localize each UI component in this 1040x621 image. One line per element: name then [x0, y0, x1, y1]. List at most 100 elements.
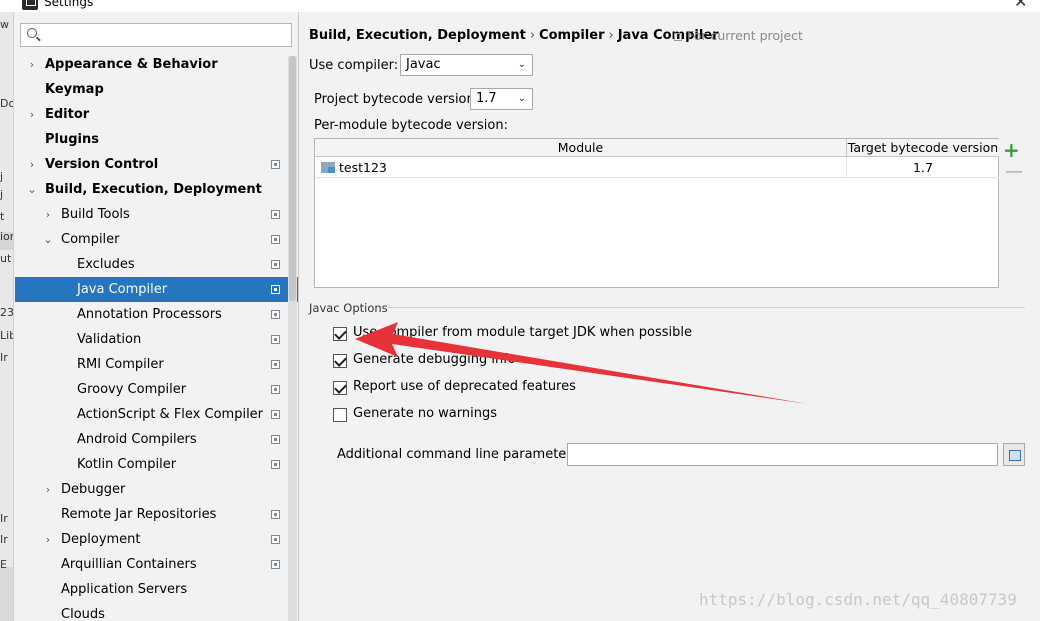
chevron-right-icon[interactable]: › [42, 527, 54, 552]
sidebar-item-label: ActionScript & Flex Compiler [77, 407, 264, 422]
sidebar-item[interactable]: Clouds [15, 602, 298, 621]
sidebar-item-label: Editor [45, 107, 90, 122]
sidebar-item-label: Keymap [45, 82, 104, 97]
sidebar-item-label: Plugins [45, 132, 99, 147]
compiler-select-value: Javac [406, 57, 441, 72]
sidebar-item[interactable]: › Debugger [15, 477, 298, 502]
sidebar-item[interactable]: Android Compilers [15, 427, 298, 452]
sidebar-scroll-thumb[interactable] [289, 56, 296, 301]
close-icon[interactable]: ✕ [1014, 0, 1027, 11]
scope-note-text: For current project [687, 28, 803, 43]
chevron-down-icon[interactable]: ⌄ [42, 227, 54, 252]
project-scope-icon [674, 32, 682, 41]
watermark: https://blog.csdn.net/qq_40807739 [699, 590, 1017, 609]
sidebar-item[interactable]: › Deployment [15, 527, 298, 552]
sidebar-item[interactable]: Groovy Compiler [15, 377, 298, 402]
sidebar-item[interactable]: Application Servers [15, 577, 298, 602]
table-cell-module[interactable]: test123 [315, 157, 847, 178]
background-text: Dom [0, 97, 13, 110]
sidebar-item-label: Application Servers [61, 582, 188, 597]
sidebar-item[interactable]: RMI Compiler [15, 352, 298, 377]
settings-window: Settings ✕ wDomjjtionut23LibIrIrIrE ›App… [0, 0, 1040, 621]
project-scope-icon [271, 285, 280, 294]
group-divider [388, 307, 1025, 308]
project-scope-icon [271, 460, 280, 469]
sidebar-item[interactable]: ActionScript & Flex Compiler [15, 402, 298, 427]
compiler-select[interactable]: Javac ⌄ [400, 54, 533, 76]
chevron-right-icon[interactable]: › [42, 202, 54, 227]
project-scope-icon [271, 210, 280, 219]
sidebar-item-label: Debugger [61, 482, 126, 497]
title-bar: Settings ✕ [0, 0, 1040, 12]
sidebar-item[interactable]: › Version Control [15, 152, 298, 177]
sidebar-item-label: Arquillian Containers [61, 557, 197, 572]
add-module-button[interactable]: + [1003, 140, 1020, 160]
sidebar-item[interactable]: Kotlin Compiler [15, 452, 298, 477]
sidebar-item[interactable]: › Appearance & Behavior [15, 52, 298, 77]
sidebar-item-label: RMI Compiler [77, 357, 164, 372]
intellij-app-icon [22, 0, 38, 10]
params-label: Additional command line parameters: [337, 447, 583, 462]
background-text: Ir [0, 533, 8, 546]
sidebar-item[interactable]: › Build Tools [15, 202, 298, 227]
sidebar-item[interactable]: › Editor [15, 102, 298, 127]
project-scope-icon [271, 335, 280, 344]
column-header-target-version[interactable]: Target bytecode version [847, 139, 999, 157]
background-text: j [0, 188, 4, 201]
command-line-params-input[interactable] [567, 443, 998, 466]
sidebar-item[interactable]: Validation [15, 327, 298, 352]
sidebar-item-label: Clouds [61, 607, 105, 621]
remove-module-button[interactable]: — [1005, 162, 1023, 182]
sidebar-item-label: Version Control [45, 157, 159, 172]
sidebar-item-label: Groovy Compiler [77, 382, 187, 397]
breadcrumb-separator: › [529, 28, 536, 43]
option-checkbox[interactable] [333, 354, 347, 368]
sidebar-item[interactable]: Excludes [15, 252, 298, 277]
search-icon [27, 28, 37, 38]
breadcrumb-part: Compiler [539, 28, 605, 43]
chevron-right-icon[interactable]: › [26, 102, 38, 127]
sidebar-item-label: Validation [77, 332, 142, 347]
project-scope-icon [271, 510, 280, 519]
option-checkbox[interactable] [333, 381, 347, 395]
per-module-table: Module Target bytecode version test123 1… [314, 138, 999, 288]
table-cell-version[interactable]: 1.7 [847, 157, 999, 178]
sidebar-item-label: Excludes [77, 257, 135, 272]
project-scope-icon [271, 260, 280, 269]
chevron-down-icon[interactable]: ⌄ [26, 177, 38, 202]
search-input[interactable] [20, 23, 292, 47]
sidebar-item[interactable]: Plugins [15, 127, 298, 152]
sidebar-item[interactable]: Annotation Processors [15, 302, 298, 327]
chevron-right-icon[interactable]: › [26, 52, 38, 77]
javac-options-title: Javac Options [309, 301, 388, 315]
background-panel [0, 567, 13, 621]
project-scope-icon [271, 410, 280, 419]
chevron-right-icon[interactable]: › [26, 152, 38, 177]
option-checkbox[interactable] [333, 327, 347, 341]
background-text: w [0, 18, 9, 31]
option-checkbox[interactable] [333, 408, 347, 422]
bytecode-version-value: 1.7 [476, 91, 497, 106]
background-text: E [0, 558, 7, 571]
sidebar-item-label: Appearance & Behavior [45, 57, 218, 72]
module-name: test123 [339, 160, 387, 175]
sidebar-item[interactable]: Arquillian Containers [15, 552, 298, 577]
sidebar-item[interactable]: Java Compiler [15, 277, 298, 302]
sidebar-item-label: Deployment [61, 532, 141, 547]
sidebar-item[interactable]: Keymap [15, 77, 298, 102]
background-text: ion [0, 230, 13, 243]
background-text: Lib [0, 329, 13, 342]
sidebar-item-label: Build Tools [61, 207, 130, 222]
sidebar-item[interactable]: ⌄ Compiler [15, 227, 298, 252]
expand-editor-icon[interactable] [1003, 443, 1025, 466]
sidebar-item[interactable]: ⌄ Build, Execution, Deployment [15, 177, 298, 202]
column-header-module[interactable]: Module [315, 139, 847, 157]
sidebar-item-label: Android Compilers [77, 432, 197, 447]
sidebar-item[interactable]: Remote Jar Repositories [15, 502, 298, 527]
option-label: Report use of deprecated features [353, 379, 576, 394]
background-text: ut [0, 252, 12, 265]
chevron-right-icon[interactable]: › [42, 477, 54, 502]
bytecode-version-select[interactable]: 1.7 ⌄ [470, 88, 533, 110]
chevron-down-icon: ⌄ [517, 59, 526, 70]
option-label: Generate debugging info [353, 352, 516, 367]
